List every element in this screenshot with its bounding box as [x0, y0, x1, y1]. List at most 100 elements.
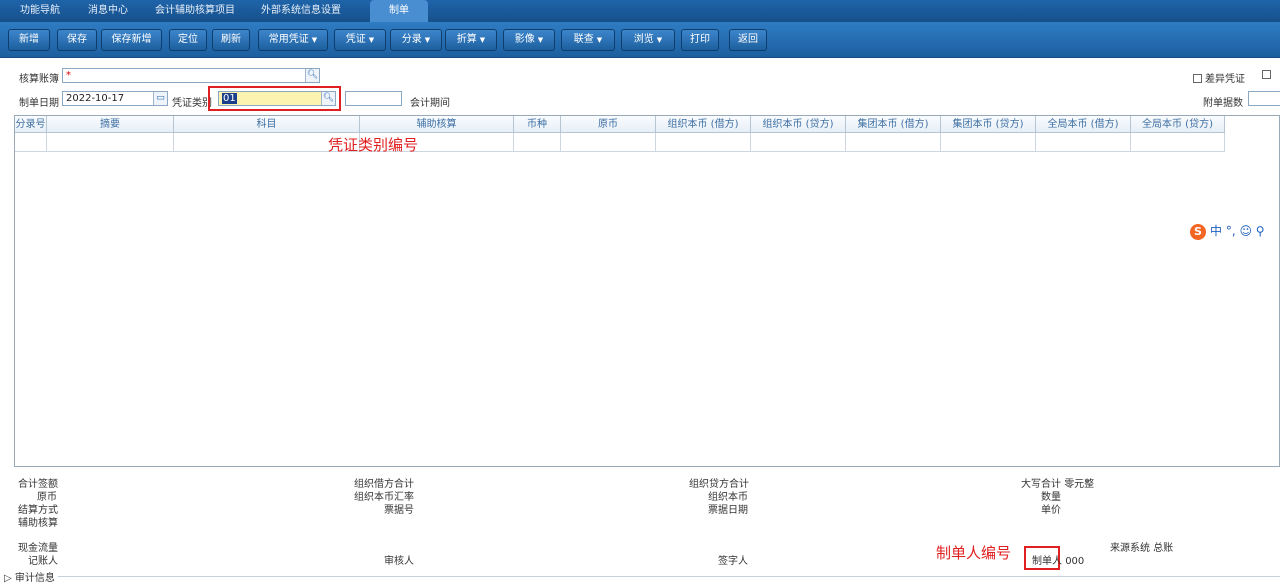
cell-currency[interactable] — [514, 133, 561, 152]
ledger-field[interactable]: * 🔍︎ — [62, 68, 320, 83]
ime-status-icons: 中 °, ☺ ⚲ — [1210, 224, 1265, 238]
source-value: 总账 — [1153, 543, 1174, 554]
audit-info-toggle[interactable]: ▷ 审计信息 — [4, 569, 55, 584]
entry-button[interactable]: 分录 ▼ — [390, 29, 442, 51]
dropdown-arrow-icon: ▼ — [311, 36, 318, 44]
creator-code-annotation: 制单人编号 — [936, 544, 1012, 562]
required-marker: * — [66, 70, 71, 81]
col-header-org-debit[interactable]: 组织本币 (借方) — [656, 116, 751, 133]
signer-label: 签字人 — [718, 556, 748, 567]
cell-group-credit[interactable] — [941, 133, 1036, 152]
save-add-button-label: 保存新增 — [111, 34, 152, 45]
tab-aux-accounting[interactable]: 会计辅助核算项目 — [146, 0, 244, 22]
cell-org-debit[interactable] — [656, 133, 751, 152]
attach-label: 附单据数 — [1203, 98, 1243, 109]
diff-voucher-label: 差异凭证 — [1205, 74, 1245, 85]
cell-global-debit[interactable] — [1036, 133, 1131, 152]
common-voucher-button[interactable]: 常用凭证 ▼ — [258, 29, 328, 51]
browse-button[interactable]: 浏览 ▼ — [621, 29, 675, 51]
cell-org-credit[interactable] — [751, 133, 846, 152]
dropdown-arrow-icon: ▼ — [596, 36, 603, 44]
save-button[interactable]: 保存 — [57, 29, 97, 51]
cell-group-debit[interactable] — [846, 133, 941, 152]
aux-accounting-label: 辅助核算 — [18, 518, 58, 529]
refresh-button[interactable]: 刷新 — [212, 29, 250, 51]
uppercase-total-value: 零元整 — [1064, 479, 1095, 490]
tab-voucher-entry[interactable]: 制单 — [370, 0, 428, 24]
back-button-label: 返回 — [738, 34, 758, 45]
dropdown-arrow-icon: ▼ — [368, 36, 375, 44]
audit-divider — [58, 576, 1280, 577]
col-header-group-debit[interactable]: 集团本币 (借方) — [846, 116, 941, 133]
tab-message-center[interactable]: 消息中心 — [76, 0, 140, 22]
locate-button-label: 定位 — [178, 34, 198, 45]
col-header-entry-no[interactable]: 分录号 — [15, 116, 47, 133]
source-system: 来源系统 总账 — [1110, 539, 1173, 554]
search-icon[interactable]: 🔍︎ — [305, 69, 319, 82]
add-button-label: 新增 — [19, 34, 39, 45]
period-field[interactable] — [345, 91, 402, 106]
creator-value: 000 — [1065, 556, 1085, 567]
dropdown-arrow-icon: ▼ — [479, 36, 486, 44]
extra-checkbox[interactable] — [1262, 70, 1274, 81]
link-query-button[interactable]: 联查 ▼ — [561, 29, 615, 51]
save-add-button[interactable]: 保存新增 — [101, 29, 162, 51]
dropdown-arrow-icon: ▼ — [537, 36, 544, 44]
refresh-button-label: 刷新 — [221, 34, 241, 45]
add-button[interactable]: 新增 — [8, 29, 50, 51]
unit-price-label: 单价 — [1041, 505, 1061, 516]
voucher-button-label: 凭证 — [345, 34, 366, 45]
browse-button-label: 浏览 — [633, 34, 654, 45]
toolbar: 新增 保存 保存新增 定位 刷新 常用凭证 ▼ 凭证 ▼ 分录 ▼ 折算 ▼ 影像 ▼ 联… — [0, 22, 1280, 58]
col-header-global-debit[interactable]: 全局本币 (借方) — [1036, 116, 1131, 133]
link-query-label: 联查 — [573, 34, 594, 45]
col-header-subject[interactable]: 科目 — [174, 116, 360, 133]
col-header-aux[interactable]: 辅助核算 — [360, 116, 514, 133]
cell-summary[interactable] — [47, 133, 174, 152]
entry-button-label: 分录 — [401, 34, 422, 45]
date-label: 制单日期 — [19, 98, 59, 109]
cell-entry-no[interactable] — [15, 133, 47, 152]
common-voucher-label: 常用凭证 — [268, 34, 309, 45]
calendar-icon[interactable]: ▭ — [153, 92, 167, 105]
date-field[interactable]: 2022-10-17 ▭ — [62, 91, 168, 106]
convert-button[interactable]: 折算 ▼ — [445, 29, 497, 51]
col-header-original[interactable]: 原币 — [561, 116, 656, 133]
dropdown-arrow-icon: ▼ — [656, 36, 663, 44]
ime-toolbar[interactable]: S 中 °, ☺ ⚲ — [1190, 222, 1265, 240]
print-button[interactable]: 打印 — [681, 29, 719, 51]
col-header-summary[interactable]: 摘要 — [47, 116, 174, 133]
image-button[interactable]: 影像 ▼ — [503, 29, 555, 51]
convert-button-label: 折算 — [456, 34, 477, 45]
creator-label: 制单人 — [1032, 556, 1062, 567]
creator: 制单人 000 — [1032, 552, 1084, 567]
period-label: 会计期间 — [410, 98, 450, 109]
tab-external-settings[interactable]: 外部系统信息设置 — [252, 0, 350, 22]
image-button-label: 影像 — [514, 34, 535, 45]
col-header-currency[interactable]: 币种 — [514, 116, 561, 133]
tab-function-nav[interactable]: 功能导航 — [8, 0, 72, 22]
voucher-button[interactable]: 凭证 ▼ — [334, 29, 386, 51]
back-button[interactable]: 返回 — [729, 29, 767, 51]
cell-global-credit[interactable] — [1131, 133, 1225, 152]
dropdown-arrow-icon: ▼ — [424, 36, 431, 44]
bookkeeper-label: 记账人 — [28, 556, 58, 567]
date-value: 2022-10-17 — [66, 93, 125, 104]
vtype-code-annotation: 凭证类别编号 — [328, 136, 419, 154]
vtype-highlight-box — [208, 86, 341, 111]
col-header-group-credit[interactable]: 集团本币 (贷方) — [941, 116, 1036, 133]
bill-no-label: 票据号 — [384, 505, 414, 516]
bill-date-label: 票据日期 — [708, 505, 748, 516]
diff-voucher-checkbox[interactable]: 差异凭证 — [1193, 70, 1245, 85]
voucher-entry-grid: 分录号 摘要 科目 辅助核算 币种 原币 组织本币 (借方) 组织本币 (贷方)… — [14, 115, 1280, 467]
print-button-label: 打印 — [690, 34, 710, 45]
col-header-org-credit[interactable]: 组织本币 (贷方) — [751, 116, 846, 133]
col-header-global-credit[interactable]: 全局本币 (贷方) — [1131, 116, 1225, 133]
top-tab-bar: 功能导航 消息中心 会计辅助核算项目 外部系统信息设置 制单 — [0, 0, 1280, 24]
cell-original[interactable] — [561, 133, 656, 152]
checkbox-icon — [1262, 70, 1271, 79]
source-label: 来源系统 — [1110, 543, 1150, 554]
vtype-label: 凭证类别 — [172, 98, 212, 109]
locate-button[interactable]: 定位 — [169, 29, 207, 51]
attach-field[interactable] — [1248, 91, 1280, 106]
